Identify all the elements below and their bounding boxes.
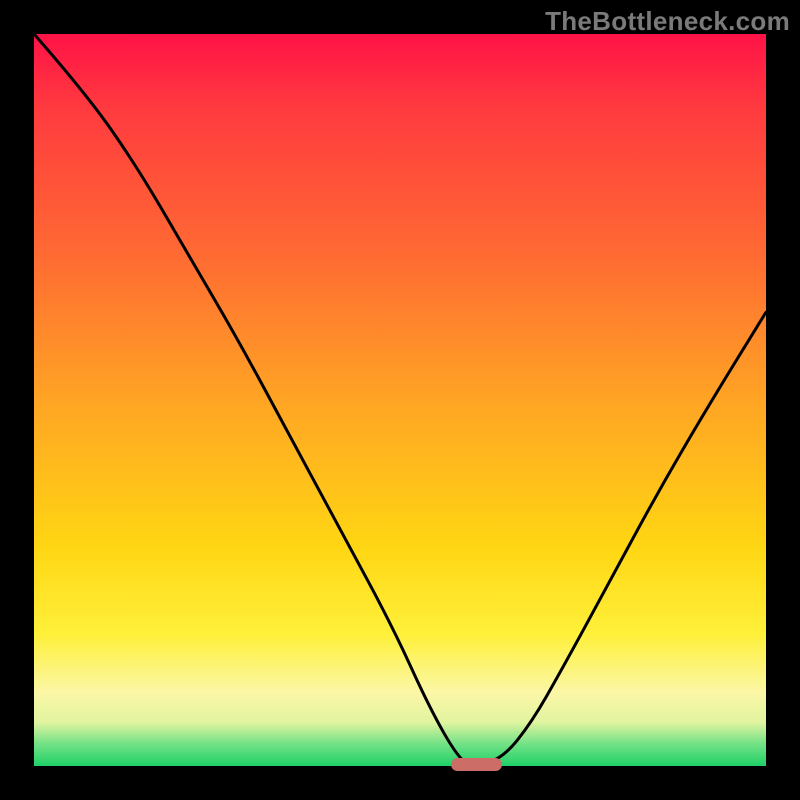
- plot-area: [34, 34, 766, 766]
- watermark-text: TheBottleneck.com: [545, 6, 790, 37]
- optimal-range-marker: [451, 758, 502, 771]
- bottleneck-curve: [34, 34, 766, 766]
- chart-frame: TheBottleneck.com: [0, 0, 800, 800]
